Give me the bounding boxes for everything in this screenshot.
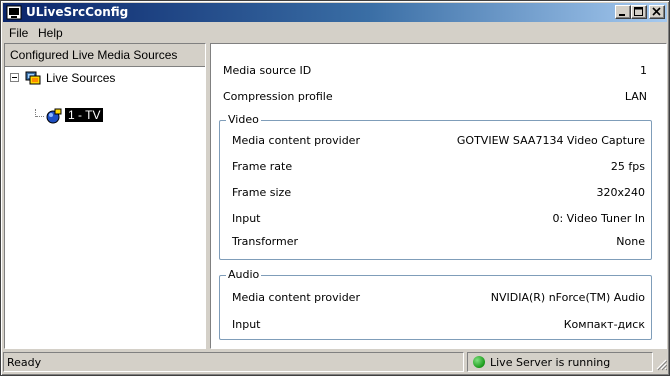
status-bar: Ready Live Server is running [3, 351, 667, 373]
prop-row-audio-provider: Media content provider NVIDIA(R) nForce(… [232, 291, 645, 307]
collapse-icon[interactable] [10, 73, 19, 82]
server-status-text: Live Server is running [490, 356, 611, 369]
tree-connector [36, 116, 44, 117]
prop-row-frame-rate: Frame rate 25 fps [232, 160, 645, 176]
tree-root-label: Live Sources [46, 71, 116, 85]
prop-label: Media content provider [232, 134, 360, 147]
menu-bar: File Help [3, 23, 667, 42]
close-icon [652, 7, 661, 16]
prop-value: 25 fps [610, 160, 645, 173]
prop-row-video-input: Input 0: Video Tuner In [232, 212, 645, 228]
properties-pane: Media source ID 1 Compression profile LA… [210, 43, 667, 349]
title-bar[interactable]: ULiveSrcConfig [3, 3, 667, 22]
prop-value: GOTVIEW SAA7134 Video Capture [456, 134, 645, 147]
menu-help[interactable]: Help [38, 26, 63, 40]
prop-label: Frame rate [232, 160, 293, 173]
tv-source-icon [46, 108, 62, 124]
sources-pane-header: Configured Live Media Sources [5, 44, 205, 67]
prop-label: Compression profile [223, 90, 333, 103]
prop-value: Компакт-диск [563, 318, 645, 331]
maximize-button[interactable] [631, 5, 647, 19]
server-status-panel: Live Server is running [467, 352, 653, 372]
close-button[interactable] [649, 5, 665, 19]
sources-tree[interactable]: Live Sources 1 - TV [5, 68, 205, 348]
prop-label: Input [232, 212, 261, 225]
prop-label: Input [232, 318, 261, 331]
tree-child-label: 1 - TV [63, 107, 105, 123]
video-group: Video Media content provider GOTVIEW SAA… [219, 113, 652, 260]
prop-value: LAN [624, 90, 647, 103]
sources-pane-title: Configured Live Media Sources [10, 48, 178, 62]
audio-group: Audio Media content provider NVIDIA(R) n… [219, 268, 652, 340]
app-window: ULiveSrcConfig File Help Configured Live… [0, 0, 670, 376]
prop-row-compression: Compression profile LAN [223, 90, 647, 106]
server-status-icon [473, 356, 485, 368]
prop-row-transformer: Transformer None [232, 235, 645, 251]
prop-label: Frame size [232, 186, 292, 199]
status-text: Ready [7, 356, 42, 369]
prop-label: Media content provider [232, 291, 360, 304]
maximize-icon [634, 7, 643, 16]
prop-row-frame-size: Frame size 320x240 [232, 186, 645, 202]
resize-grip-icon[interactable] [655, 357, 667, 371]
status-panel: Ready [3, 352, 464, 372]
prop-label: Transformer [232, 235, 299, 248]
prop-row-source-id: Media source ID 1 [223, 64, 647, 80]
prop-value: 320x240 [596, 186, 645, 199]
app-icon [6, 5, 22, 20]
sources-pane: Configured Live Media Sources Live Sourc… [4, 43, 206, 349]
window-title: ULiveSrcConfig [26, 5, 129, 19]
video-group-title: Video [226, 113, 261, 126]
menu-file[interactable]: File [9, 26, 28, 40]
audio-group-title: Audio [226, 268, 262, 281]
prop-value: 1 [640, 64, 647, 77]
minimize-button[interactable] [615, 5, 631, 19]
live-sources-icon [25, 71, 41, 85]
minimize-icon [619, 14, 625, 16]
prop-row-video-provider: Media content provider GOTVIEW SAA7134 V… [232, 134, 645, 150]
prop-value: None [616, 235, 645, 248]
prop-label: Media source ID [223, 64, 312, 77]
prop-value: NVIDIA(R) nForce(TM) Audio [490, 291, 645, 304]
prop-value: 0: Video Tuner In [552, 212, 645, 225]
prop-row-audio-input: Input Компакт-диск [232, 318, 645, 334]
